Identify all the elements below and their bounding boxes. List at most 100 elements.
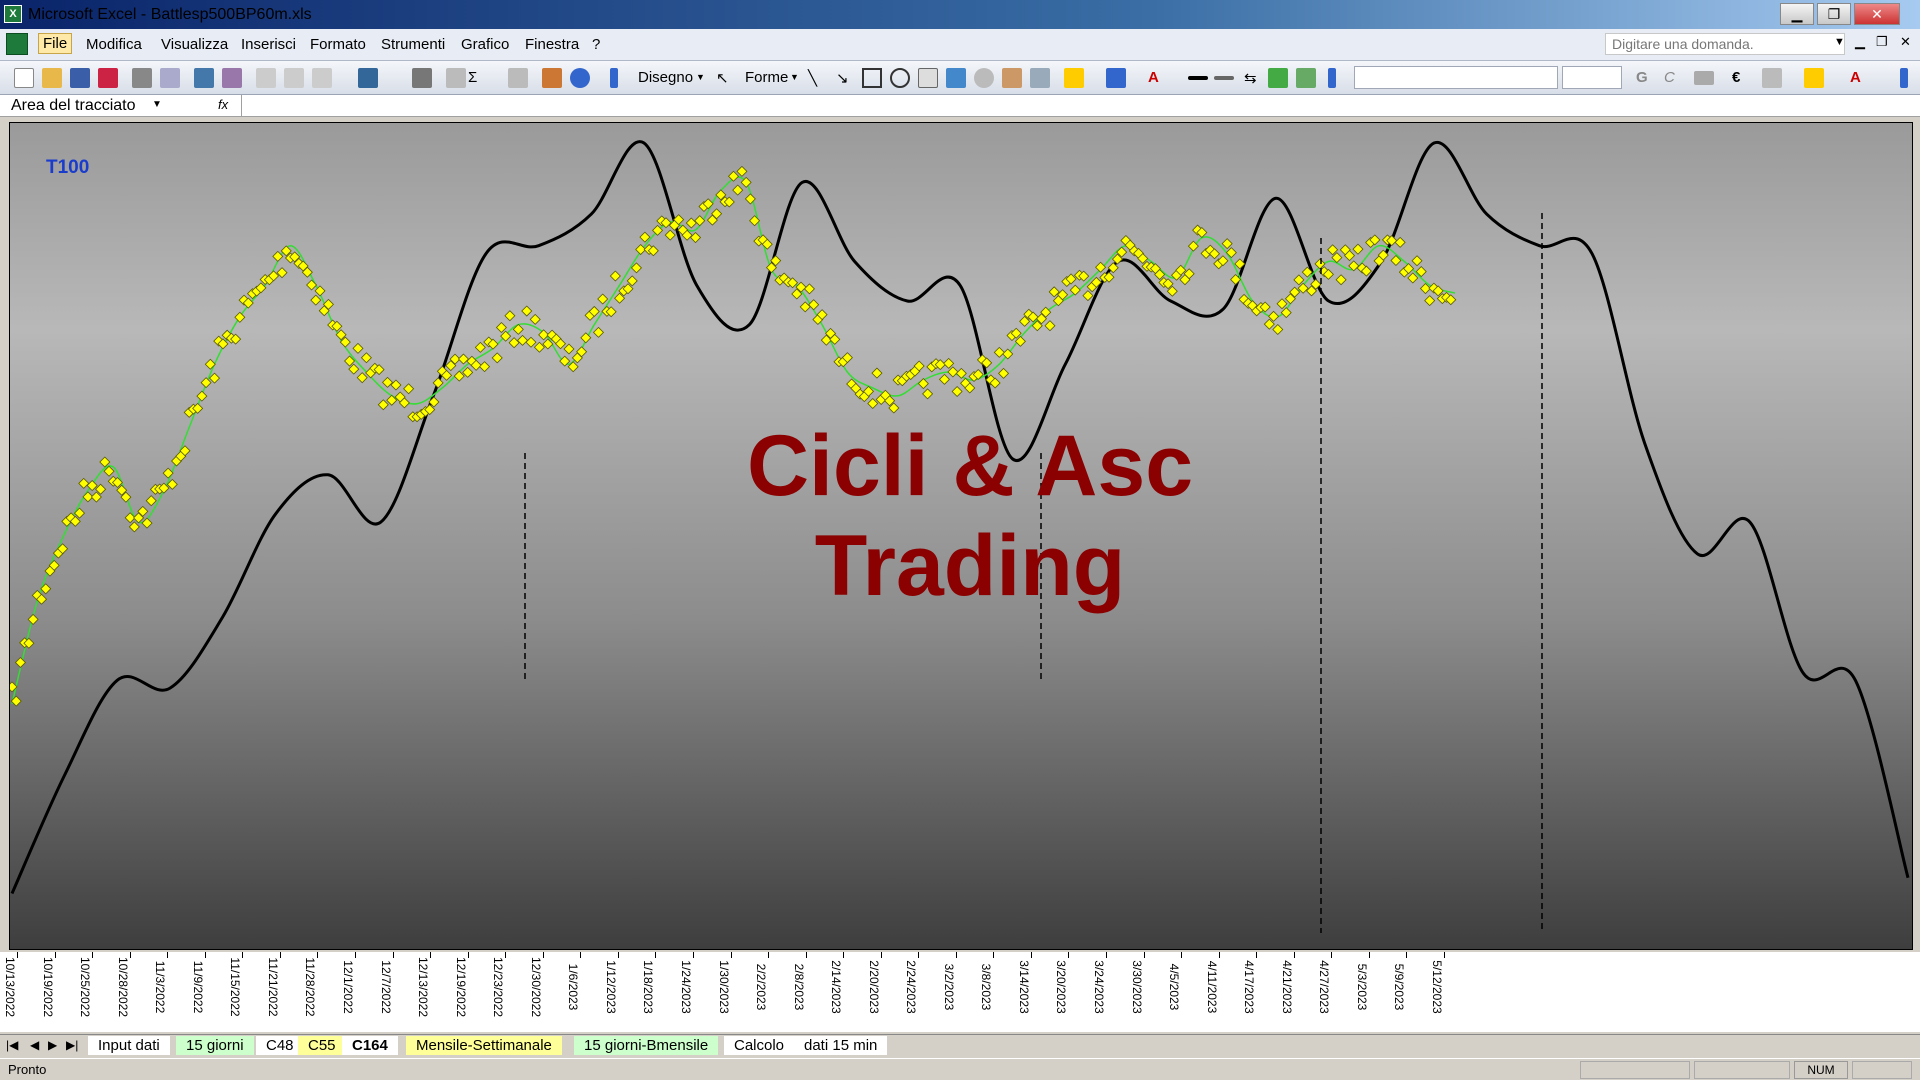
x-tick-mark [204,952,206,958]
oval-icon[interactable] [890,68,910,88]
fill-color-icon[interactable] [1064,68,1084,88]
doc-restore-icon[interactable]: ❐ [1876,34,1888,50]
help-icon[interactable] [570,68,590,88]
drawing-menu[interactable]: Disegno [638,69,693,86]
drawing-options-icon[interactable] [1328,68,1336,88]
menu-inserisci[interactable]: Inserisci [241,36,296,53]
euro-button[interactable]: € [1732,69,1740,86]
shapes-dropdown-icon[interactable]: ▼ [790,72,799,82]
tab-c55[interactable]: C55 [298,1036,346,1055]
hyperlink-icon[interactable] [412,68,432,88]
picture-icon[interactable] [1030,68,1050,88]
spelling-icon[interactable] [194,68,214,88]
doc-close-icon[interactable]: ✕ [1900,34,1911,50]
help-question-input[interactable]: Digitare una domanda. [1605,33,1845,55]
menu-strumenti[interactable]: Strumenti [381,36,445,53]
price-marker [685,217,697,229]
workbook-icon[interactable] [6,33,28,55]
wordart-icon[interactable] [946,68,966,88]
x-tick-mark [167,952,169,958]
price-marker [491,352,503,364]
tab-calcolo[interactable]: Calcolo [724,1036,795,1055]
print-icon[interactable] [132,68,152,88]
menu-file[interactable]: File [38,33,73,54]
name-box-dropdown-icon[interactable]: ▼ [152,99,162,110]
menu-finestra[interactable]: Finestra [525,36,579,53]
diagram-icon[interactable] [974,68,994,88]
select-arrow-icon[interactable]: ↖ [716,69,729,87]
tab-15-giorni-bmensile[interactable]: 15 giorni-Bmensile [574,1036,719,1055]
price-marker [382,376,394,388]
clipart-icon[interactable] [1002,68,1022,88]
name-box[interactable]: Area del tracciato [4,95,242,116]
chart-plot-area[interactable]: T100 Cicli & Asc Trading [9,122,1913,950]
font-color-icon[interactable]: A [1148,69,1159,86]
italic-button[interactable]: C [1664,69,1675,86]
tab-15-giorni[interactable]: 15 giorni [176,1036,254,1055]
price-marker [1048,286,1060,298]
text-color-icon[interactable]: A [1850,69,1861,86]
tab-dati-15-min[interactable]: dati 15 min [794,1036,888,1055]
sort-icon[interactable] [508,68,528,88]
font-size-combo[interactable] [1562,66,1622,89]
tab-mensile-settimanale[interactable]: Mensile-Settimanale [406,1036,562,1055]
cut-icon[interactable] [256,68,276,88]
prev-sheet-icon[interactable]: ◀ [30,1038,39,1052]
line-style-icon[interactable] [1188,76,1208,80]
menu-grafico[interactable]: Grafico [461,36,509,53]
research-icon[interactable] [222,68,242,88]
tab-input-dati[interactable]: Input dati [88,1036,170,1055]
close-button[interactable]: ✕ [1854,3,1900,25]
first-sheet-icon[interactable]: |◀ [6,1038,18,1052]
menu-help[interactable]: ? [592,36,600,53]
next-sheet-icon[interactable]: ▶ [48,1038,57,1052]
line-icon[interactable]: ╲ [808,69,817,87]
new-icon[interactable] [14,68,34,88]
menu-formato[interactable]: Formato [310,36,366,53]
tab-c48[interactable]: C48 [256,1036,304,1055]
maximize-button[interactable]: ❐ [1817,3,1851,25]
price-marker [947,366,959,378]
chart-wizard-icon[interactable] [542,68,562,88]
chart-type-icon[interactable] [446,68,466,88]
last-sheet-icon[interactable]: ▶| [66,1038,78,1052]
help-dropdown-icon[interactable]: ▼ [1834,36,1845,48]
undo-icon[interactable] [358,68,378,88]
print-preview-icon[interactable] [160,68,180,88]
arrow-style-icon[interactable]: ⇆ [1244,69,1257,87]
excel-app-icon[interactable]: X [4,5,22,23]
price-marker [664,229,676,241]
toolbar-options-icon[interactable] [610,68,618,88]
textbox-icon[interactable] [918,68,938,88]
save-icon[interactable] [70,68,90,88]
tab-c164[interactable]: C164 [342,1036,398,1055]
price-marker [1044,320,1056,332]
x-tick-mark [805,952,807,958]
copy-icon[interactable] [284,68,304,88]
x-tick-mark [542,952,544,958]
3d-style-icon[interactable] [1296,68,1316,88]
rectangle-icon[interactable] [862,68,882,88]
drawing-dropdown-icon[interactable]: ▼ [696,72,705,82]
permission-icon[interactable] [98,68,118,88]
arrow-icon[interactable]: ↘ [836,69,849,87]
paste-icon[interactable] [312,68,332,88]
doc-minimize-icon[interactable]: ▁ [1855,34,1865,50]
shapes-menu[interactable]: Forme [745,69,788,86]
line-color-icon[interactable] [1106,68,1126,88]
menu-modifica[interactable]: Modifica [86,36,142,53]
minimize-button[interactable]: ▁ [1780,3,1814,25]
bold-button[interactable]: G [1636,69,1648,86]
shadow-icon[interactable] [1268,68,1288,88]
font-name-combo[interactable] [1354,66,1558,89]
fill-bucket-icon[interactable] [1804,68,1824,88]
dash-style-icon[interactable] [1214,76,1234,80]
insert-function-icon[interactable]: fx [218,97,228,112]
align-icon[interactable] [1694,71,1714,85]
menu-visualizza[interactable]: Visualizza [161,36,228,53]
status-text: Pronto [8,1062,47,1077]
format-options-icon[interactable] [1900,68,1908,88]
open-icon[interactable] [42,68,62,88]
autosum-icon[interactable]: Σ [468,69,477,86]
borders-icon[interactable] [1762,68,1782,88]
